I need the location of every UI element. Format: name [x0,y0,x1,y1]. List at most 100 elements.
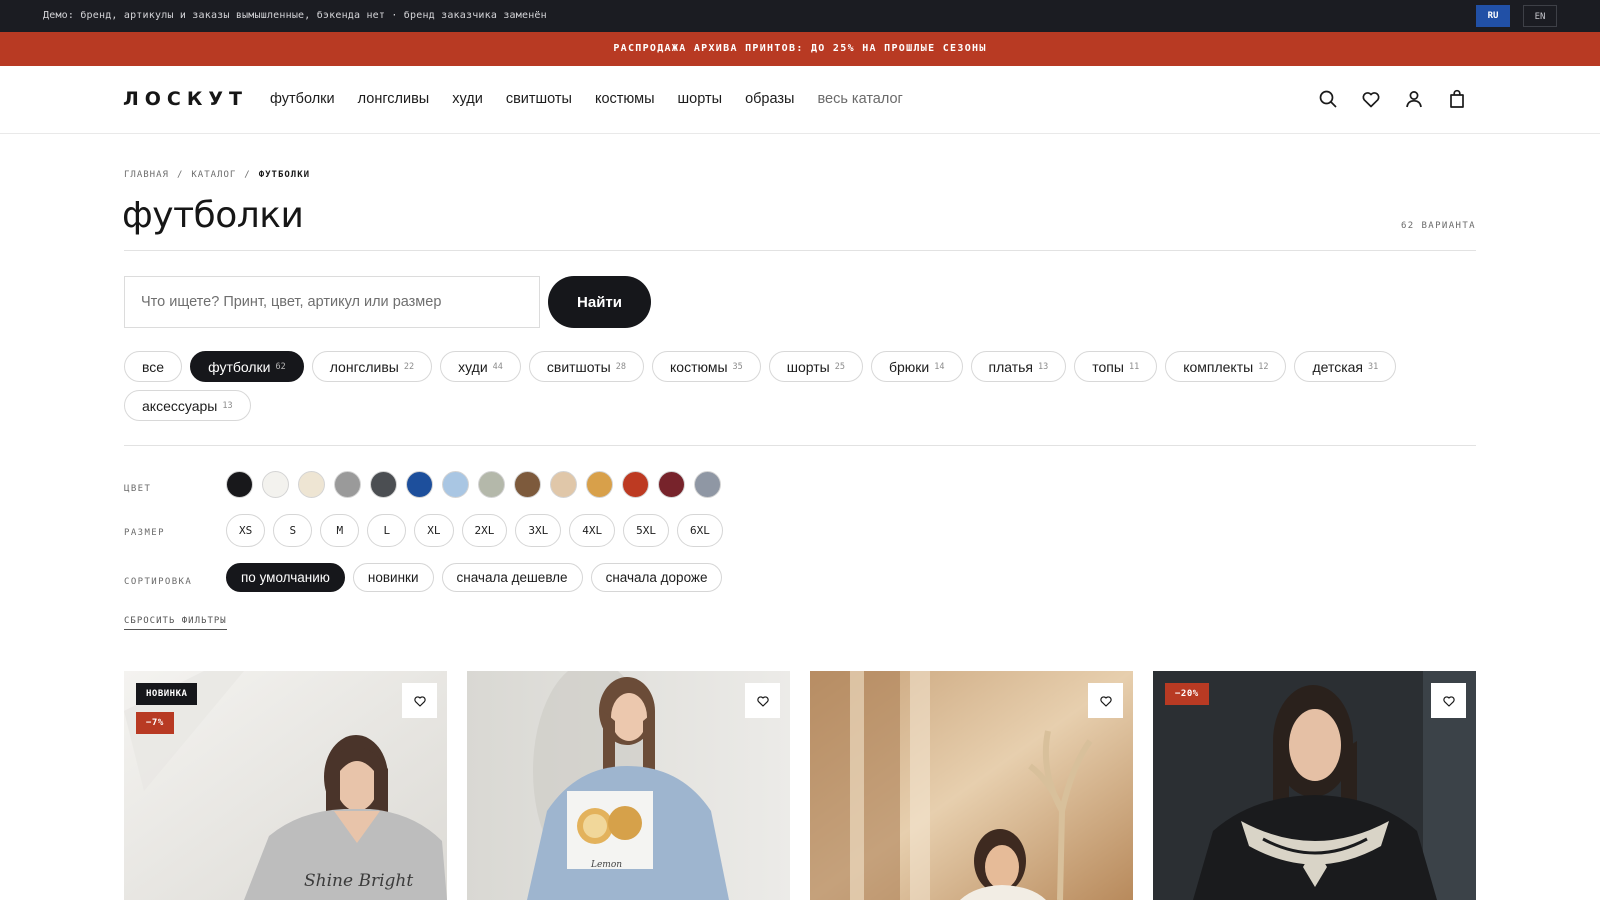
favorite-button[interactable] [1431,683,1466,718]
nav-item-longsleeves[interactable]: лонгсливы [358,91,430,107]
heart-icon [756,695,769,707]
category-chip[interactable]: худи 44 [440,351,521,382]
category-chip[interactable]: лонгсливы 22 [311,351,433,382]
promo-bar[interactable]: РАСПРОДАЖА АРХИВА ПРИНТОВ: ДО 25% НА ПРО… [0,32,1600,66]
favorite-button[interactable] [402,683,437,718]
category-chip-label: лонгсливы [329,358,399,375]
color-swatch[interactable] [406,471,433,498]
sort-label: СОРТИРОВКА [124,577,193,587]
category-chip[interactable]: детская 31 [1294,351,1397,382]
color-swatch[interactable] [334,471,361,498]
size-option[interactable]: 4XL [569,514,616,547]
breadcrumb-catalog[interactable]: КАТАЛОГ [191,170,236,180]
sort-option[interactable]: новинки [352,563,434,592]
category-chip[interactable]: топы 11 [1074,351,1158,382]
category-chip-count: 31 [1368,361,1379,372]
favorite-button[interactable] [745,683,780,718]
print-text: Shine Bright [304,871,413,891]
heart-icon [1099,695,1112,707]
sort-option[interactable]: по умолчанию [226,563,345,592]
search-icon[interactable] [1316,87,1340,111]
color-swatch[interactable] [586,471,613,498]
badge-discount: −20% [1165,683,1209,705]
color-swatch[interactable] [514,471,541,498]
product-card[interactable]: Shine Bright НОВИНКА −7% [124,671,447,900]
sort-option[interactable]: сначала дешевле [441,563,583,592]
badge-new: НОВИНКА [136,683,198,705]
color-swatch[interactable] [298,471,325,498]
category-chip-count: 28 [615,361,626,372]
nav-item-looks[interactable]: образы [745,91,794,107]
category-chip-label: аксессуары [142,397,218,414]
category-chip[interactable]: брюки 14 [871,351,963,382]
size-option[interactable]: M [320,514,360,547]
heart-icon [1442,695,1455,707]
color-swatch[interactable] [658,471,685,498]
size-option[interactable]: L [367,514,407,547]
demo-bar: Демо: бренд, артикулы и заказы вымышленн… [0,0,1600,32]
category-chip[interactable]: аксессуары 13 [124,390,251,421]
color-swatch[interactable] [622,471,649,498]
color-filter-label: ЦВЕТ [124,484,152,494]
category-chip[interactable]: шорты 25 [768,351,863,382]
breadcrumb-home[interactable]: ГЛАВНАЯ [124,170,169,180]
sort-option[interactable]: сначала дороже [590,563,723,592]
heart-icon[interactable] [1359,87,1383,111]
category-chip-label: худи [458,358,488,375]
size-options: XS S M L XL 2XL 3XL 4XL 5XL 6XL [226,514,723,547]
color-swatches [226,471,721,498]
bag-icon[interactable] [1445,87,1469,111]
color-swatch[interactable] [478,471,505,498]
category-chip[interactable]: костюмы 35 [652,351,761,382]
category-chip-count: 13 [1038,361,1049,372]
nav-item-shorts[interactable]: шорты [678,91,723,107]
color-swatch[interactable] [370,471,397,498]
nav-item-catalog[interactable]: весь каталог [817,91,902,107]
category-chip-count: 13 [222,400,233,411]
product-card[interactable] [810,671,1133,900]
search-button[interactable]: Найти [548,276,651,328]
product-photo-shine-bright: Shine Bright [124,671,447,900]
filters-divider [124,445,1476,446]
nav-item-suits[interactable]: костюмы [595,91,655,107]
category-chip[interactable]: комплекты 12 [1165,351,1287,382]
product-card[interactable]: Lemon [467,671,790,900]
logo[interactable]: ЛОСКУТ [123,88,248,110]
breadcrumb-separator: / [176,170,184,180]
size-option[interactable]: XL [414,514,454,547]
category-chip[interactable]: футболки 62 [190,351,304,382]
lang-en-button[interactable]: EN [1523,5,1557,27]
size-option[interactable]: 5XL [623,514,669,547]
user-icon[interactable] [1402,87,1426,111]
favorite-button[interactable] [1088,683,1123,718]
lang-ru-button[interactable]: RU [1476,5,1510,27]
category-chip-count: 35 [732,361,743,372]
nav-item-tshirts[interactable]: футболки [270,91,335,107]
category-chip[interactable]: свитшоты 28 [528,351,644,382]
size-option[interactable]: S [273,514,313,547]
color-swatch[interactable] [694,471,721,498]
size-option[interactable]: XS [226,514,266,547]
nav-item-sweatshirts[interactable]: свитшоты [506,91,572,107]
category-chips: все футболки 62 лонгсливы 22 худи 44 свитшоты 28… [124,351,1486,421]
size-option[interactable]: 2XL [461,514,508,547]
color-swatch[interactable] [262,471,289,498]
category-chip-count: 22 [403,361,415,372]
search-input[interactable] [124,276,540,328]
category-chip[interactable]: платья 13 [970,351,1067,382]
category-chip-label: топы [1092,358,1124,375]
site-header: ЛОСКУТ футболки лонгсливы худи свитшоты … [0,66,1600,134]
size-option[interactable]: 3XL [515,514,562,547]
reset-filters-link[interactable]: СБРОСИТЬ ФИЛЬТРЫ [124,616,227,630]
category-chip-count: 14 [934,361,945,372]
title-divider [124,250,1476,251]
color-swatch[interactable] [442,471,469,498]
color-swatch[interactable] [226,471,253,498]
size-option[interactable]: 6XL [677,514,723,547]
product-card[interactable]: −20% [1153,671,1476,900]
heart-icon [413,695,426,707]
category-chip-label: все [142,358,165,375]
color-swatch[interactable] [550,471,577,498]
category-chip[interactable]: все [124,351,183,382]
nav-item-hoodies[interactable]: худи [452,91,483,107]
